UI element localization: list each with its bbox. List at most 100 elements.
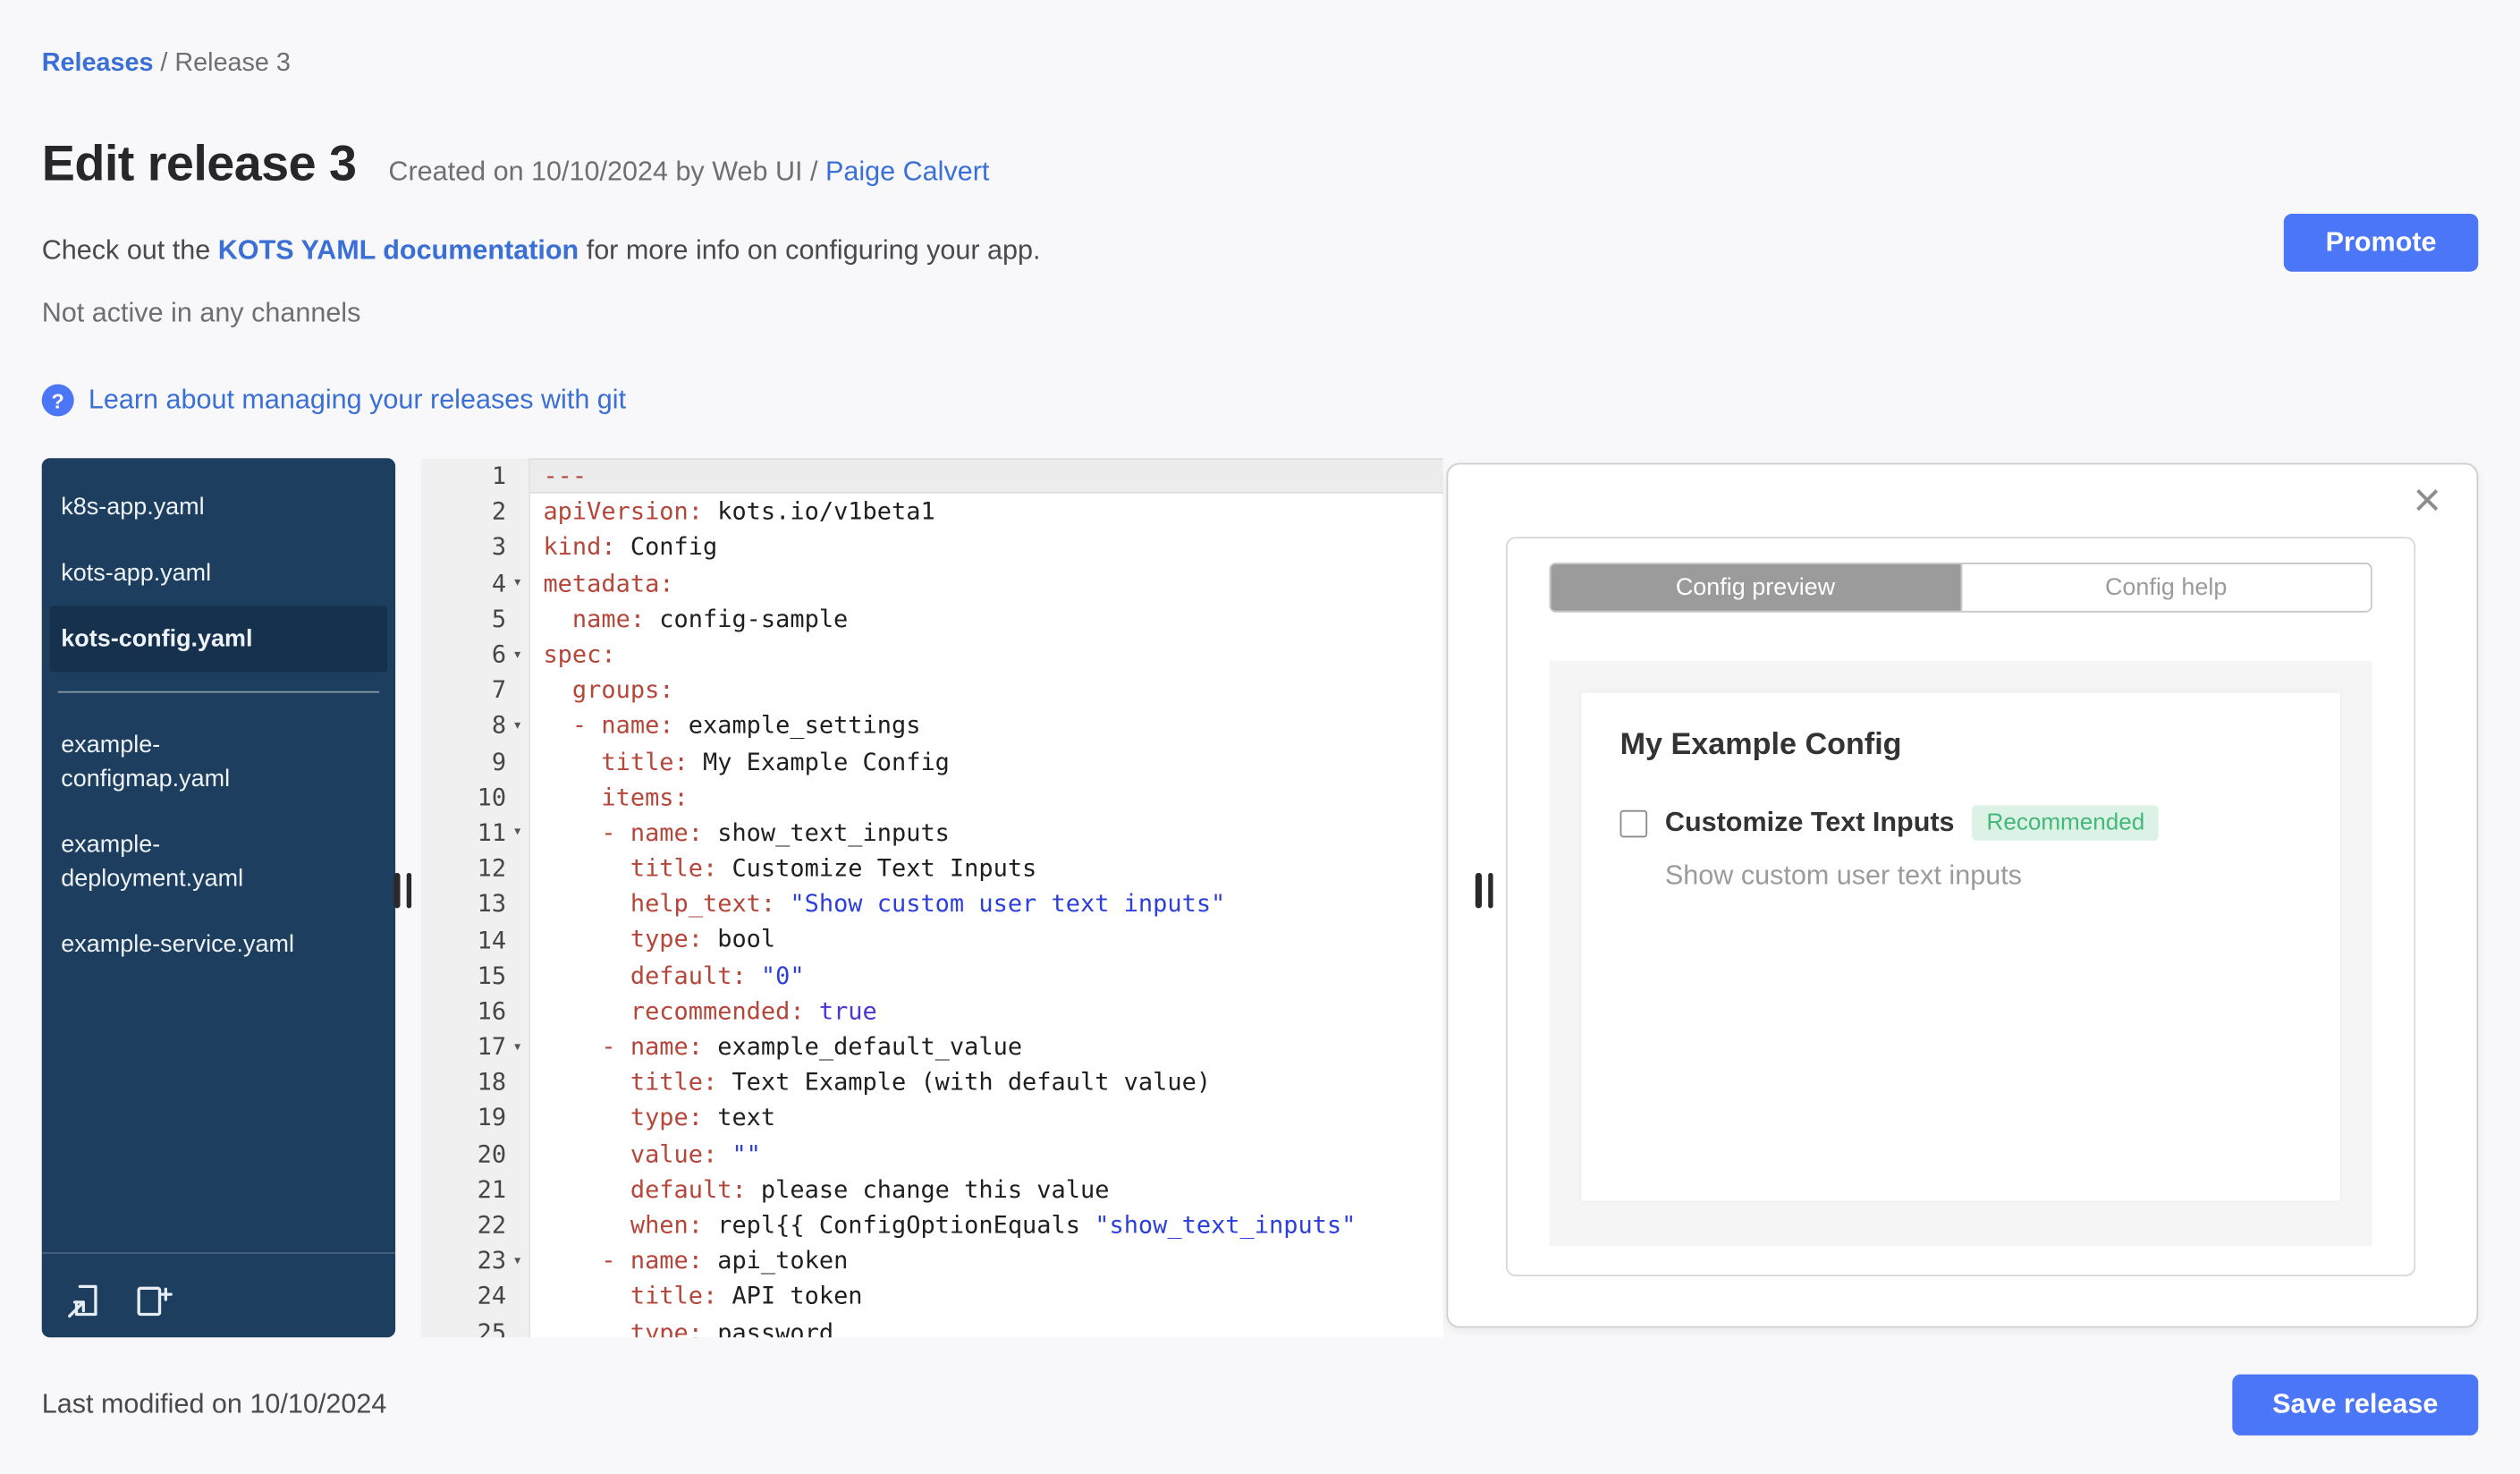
- file-item-kots-config-yaml[interactable]: kots-config.yaml: [49, 606, 388, 673]
- code-line[interactable]: groups:: [530, 672, 1443, 707]
- gutter-line: 24: [477, 1282, 507, 1311]
- breadcrumb-separator: /: [153, 49, 175, 78]
- gutter-line: 5: [491, 604, 507, 633]
- gutter-line: 1: [491, 461, 507, 491]
- created-info: Created on 10/10/2024 by Web UI / Paige …: [388, 156, 989, 188]
- new-file-icon[interactable]: [131, 1280, 173, 1322]
- code-line[interactable]: type: password: [530, 1314, 1443, 1337]
- close-icon[interactable]: ×: [2413, 477, 2441, 526]
- editor-gutter[interactable]: 1 2 3 4 ▾ 5 6 ▾ 7 8 ▾ 9 10 11 ▾ 12 13 14 15 16 17 ▾ 18 19 20 21 22…: [420, 458, 531, 1338]
- fold-arrow-icon[interactable]: ▾: [506, 1038, 529, 1055]
- code-line[interactable]: ---: [530, 458, 1443, 495]
- code-line[interactable]: value: "": [530, 1136, 1443, 1172]
- fold-arrow-icon[interactable]: ▾: [506, 824, 529, 842]
- config-option-row[interactable]: Customize Text Inputs Recommended: [1619, 805, 2302, 841]
- config-checkbox[interactable]: [1619, 809, 1648, 837]
- code-line[interactable]: name: config-sample: [530, 601, 1443, 637]
- code-line[interactable]: - name: api_token: [530, 1242, 1443, 1278]
- file-tree-pane: k8s-app.yaml kots-app.yaml kots-config.y…: [41, 458, 396, 1338]
- docs-suffix: for more info on configuring your app.: [579, 234, 1041, 266]
- breadcrumb-current: Release 3: [174, 49, 291, 78]
- config-card: My Example Config Customize Text Inputs …: [1581, 692, 2340, 1201]
- recommended-badge: Recommended: [1972, 805, 2160, 841]
- code-line[interactable]: items:: [530, 779, 1443, 815]
- config-preview-container: Config preview Config help My Example Co…: [1505, 537, 2416, 1276]
- file-item-kots-app-yaml[interactable]: kots-app.yaml: [50, 540, 387, 606]
- tab-config-preview[interactable]: Config preview: [1551, 563, 1960, 611]
- code-line[interactable]: metadata:: [530, 565, 1443, 601]
- code-line[interactable]: - name: example_settings: [530, 707, 1443, 743]
- gutter-line: 4 ▾: [421, 565, 529, 601]
- gutter-line: 25: [477, 1317, 507, 1338]
- code-line[interactable]: help_text: "Show custom user text inputs…: [530, 886, 1443, 922]
- author-link[interactable]: Paige Calvert: [825, 156, 989, 186]
- code-line[interactable]: title: API token: [530, 1278, 1443, 1314]
- docs-prefix: Check out the: [41, 234, 218, 266]
- docs-info: Check out the KOTS YAML documentation fo…: [42, 234, 1041, 267]
- code-line[interactable]: type: text: [530, 1100, 1443, 1136]
- file-item-label: example-service.yaml: [61, 930, 294, 959]
- kots-docs-link[interactable]: KOTS YAML documentation: [218, 234, 579, 265]
- gutter-line: 20: [477, 1139, 507, 1168]
- code-line[interactable]: default: "0": [530, 957, 1443, 993]
- code-line[interactable]: title: My Example Config: [530, 743, 1443, 779]
- file-item-label: example-deployment.yaml: [61, 831, 244, 893]
- gutter-line: 6 ▾: [421, 637, 529, 673]
- fold-arrow-icon[interactable]: ▾: [506, 574, 529, 592]
- file-item-example-deployment-yaml[interactable]: example-deployment.yaml: [50, 812, 387, 911]
- code-line[interactable]: kind: Config: [530, 529, 1443, 565]
- code-line[interactable]: when: repl{{ ConfigOptionEquals "show_te…: [530, 1207, 1443, 1243]
- file-item-example-configmap-yaml[interactable]: example-configmap.yaml: [50, 712, 387, 811]
- tab-config-help[interactable]: Config help: [1959, 563, 2371, 611]
- created-text: Created on 10/10/2024 by Web UI /: [388, 156, 825, 187]
- promote-button[interactable]: Promote: [2283, 214, 2479, 272]
- git-releases-link[interactable]: Learn about managing your releases with …: [89, 385, 626, 417]
- fold-arrow-icon[interactable]: ▾: [506, 646, 529, 664]
- file-item-example-service-yaml[interactable]: example-service.yaml: [50, 911, 387, 978]
- config-preview-panel: × Config preview Config help My Example …: [1446, 462, 2479, 1328]
- file-item-k8s-app-yaml[interactable]: k8s-app.yaml: [50, 474, 387, 540]
- editor-code[interactable]: --- apiVersion: kots.io/v1beta1 kind: Conf…: [530, 458, 1443, 1337]
- file-item-label: kots-app.yaml: [61, 559, 212, 587]
- gutter-line: 16: [477, 996, 507, 1026]
- code-line[interactable]: - name: show_text_inputs: [530, 815, 1443, 851]
- gutter-line: 2: [491, 496, 507, 527]
- code-editor[interactable]: 1 2 3 4 ▾ 5 6 ▾ 7 8 ▾ 9 10 11 ▾ 12 13 14 15 16 17 ▾ 18 19 20 21 22…: [420, 458, 1443, 1338]
- question-circle-icon[interactable]: ?: [41, 384, 74, 417]
- code-line[interactable]: spec:: [530, 637, 1443, 673]
- gutter-line: 7: [491, 675, 507, 705]
- gutter-line: 21: [477, 1174, 507, 1204]
- git-help-row[interactable]: ? Learn about managing your releases wit…: [41, 384, 626, 417]
- gutter-line: 22: [477, 1210, 507, 1240]
- code-line[interactable]: title: Text Example (with default value): [530, 1064, 1443, 1100]
- preview-tabbar: Config preview Config help: [1549, 563, 2372, 613]
- upload-file-icon[interactable]: [64, 1280, 106, 1322]
- config-group-title: My Example Config: [1619, 728, 1902, 762]
- code-line[interactable]: title: Customize Text Inputs: [530, 851, 1443, 886]
- gutter-line: 14: [477, 925, 507, 954]
- breadcrumb: Releases / Release 3: [42, 50, 291, 79]
- save-release-button[interactable]: Save release: [2232, 1374, 2479, 1436]
- gutter-line: 8 ▾: [421, 707, 529, 743]
- fold-arrow-icon[interactable]: ▾: [506, 1252, 529, 1270]
- gutter-line: 18: [477, 1067, 507, 1097]
- config-item-label: Customize Text Inputs: [1664, 807, 1955, 838]
- breadcrumb-releases-link[interactable]: Releases: [42, 50, 154, 78]
- channel-status: Not active in any channels: [41, 297, 361, 328]
- gutter-line: 23 ▾: [421, 1242, 529, 1278]
- gutter-line: 13: [477, 889, 507, 919]
- code-line[interactable]: - name: example_default_value: [530, 1029, 1443, 1064]
- fold-arrow-icon[interactable]: ▾: [506, 716, 529, 734]
- code-line[interactable]: recommended: true: [530, 993, 1443, 1029]
- code-line[interactable]: default: please change this value: [530, 1172, 1443, 1207]
- title-row: Edit release 3 Created on 10/10/2024 by …: [42, 135, 990, 193]
- file-item-label: k8s-app.yaml: [61, 493, 205, 521]
- gutter-line: 15: [477, 961, 507, 990]
- resize-handle-right[interactable]: [1475, 872, 1493, 909]
- resize-handle-left[interactable]: [393, 872, 412, 909]
- last-modified-text: Last modified on 10/10/2024: [41, 1388, 387, 1419]
- file-tree-bottom-divider: [41, 1252, 396, 1254]
- code-line[interactable]: apiVersion: kots.io/v1beta1: [530, 494, 1443, 529]
- code-line[interactable]: type: bool: [530, 922, 1443, 958]
- file-item-label: example-configmap.yaml: [61, 731, 231, 793]
